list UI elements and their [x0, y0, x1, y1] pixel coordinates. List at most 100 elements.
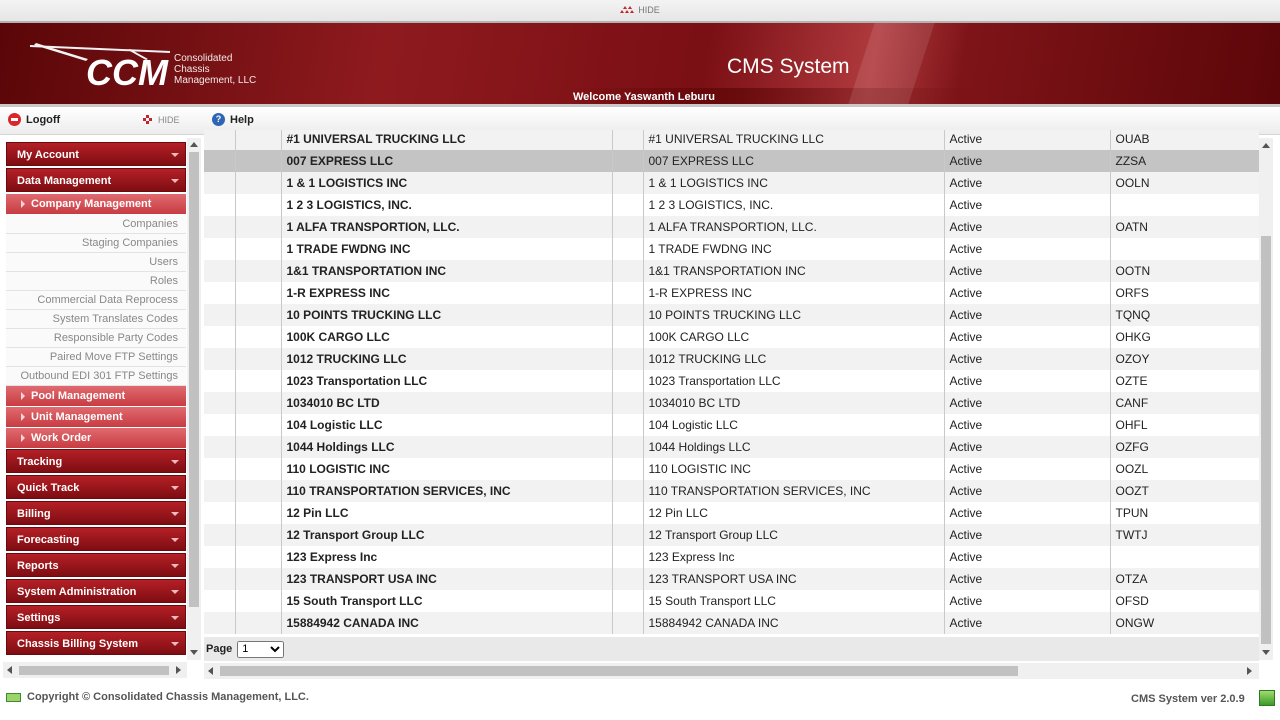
legal-name-cell: 110 TRANSPORTATION SERVICES, INC — [643, 480, 945, 502]
ccm-logo: CCM — [30, 43, 170, 93]
table-row[interactable]: 007 EXPRESS LLC 007 EXPRESS LLC Active ZZSA — [204, 150, 1259, 172]
grid-hscroll-thumb[interactable] — [220, 666, 1018, 676]
scroll-down-icon[interactable] — [1262, 650, 1270, 655]
help-button[interactable]: ? Help — [212, 113, 254, 126]
scac-code-cell: TWTJ — [1110, 524, 1259, 546]
scroll-left-icon[interactable] — [7, 666, 12, 674]
scroll-down-icon[interactable] — [190, 650, 198, 655]
scroll-up-icon[interactable] — [190, 142, 198, 147]
chevron-down-icon — [171, 616, 179, 620]
sidebar-item-label: Chassis Billing System — [17, 638, 139, 650]
scac-code-cell — [1110, 546, 1259, 568]
logoff-button[interactable]: Logoff — [8, 113, 60, 126]
sidebar-item-company-management[interactable]: Company Management — [6, 194, 186, 214]
sidebar-item-unit-management[interactable]: Unit Management — [6, 407, 186, 427]
sidebar-item-data-management[interactable]: Data Management — [6, 168, 186, 192]
sidebar-item-work-order[interactable]: Work Order — [6, 428, 186, 448]
sidebar-item-quick-track[interactable]: Quick Track — [6, 475, 186, 499]
sidebar-item-commercial-data-reprocess[interactable]: Commercial Data Reprocess — [6, 291, 186, 310]
sidebar-scroll-thumb[interactable] — [189, 152, 199, 607]
spacer-cell — [612, 436, 644, 458]
hide-menu-button[interactable]: HIDE — [143, 115, 180, 125]
row-select-cell — [204, 590, 236, 612]
sidebar-item-label: Staging Companies — [81, 237, 178, 249]
hide-icon — [620, 6, 635, 14]
company-name-cell: 123 TRANSPORT USA INC — [281, 568, 613, 590]
table-row[interactable]: 1023 Transportation LLC 1023 Transportati… — [204, 370, 1259, 392]
sidebar-item-responsible-party-codes[interactable]: Responsible Party Codes — [6, 329, 186, 348]
row-action-cell — [235, 414, 282, 436]
grid-horizontal-scrollbar[interactable] — [204, 663, 1259, 679]
sidebar-item-paired-move-ftp-settings[interactable]: Paired Move FTP Settings — [6, 348, 186, 367]
table-row[interactable]: #1 UNIVERSAL TRUCKING LLC #1 UNIVERSAL TR… — [204, 130, 1259, 150]
sidebar-item-staging-companies[interactable]: Staging Companies — [6, 234, 186, 253]
sidebar-item-billing[interactable]: Billing — [6, 501, 186, 525]
sidebar-horizontal-scrollbar[interactable] — [3, 662, 187, 678]
table-row[interactable]: 1 TRADE FWDNG INC 1 TRADE FWDNG INC Active — [204, 238, 1259, 260]
table-row[interactable]: 1&1 TRANSPORTATION INC 1&1 TRANSPORTATION… — [204, 260, 1259, 282]
table-row[interactable]: 10 POINTS TRUCKING LLC 10 POINTS TRUCKING… — [204, 304, 1259, 326]
company-name-cell: #1 UNIVERSAL TRUCKING LLC — [281, 130, 613, 150]
scac-code-cell — [1110, 194, 1259, 216]
scroll-right-icon[interactable] — [1247, 667, 1252, 675]
scroll-left-icon[interactable] — [208, 667, 213, 675]
table-row[interactable]: 12 Transport Group LLC 12 Transport Group… — [204, 524, 1259, 546]
sidebar-item-pool-management[interactable]: Pool Management — [6, 386, 186, 406]
version-icon — [1259, 690, 1275, 706]
table-row[interactable]: 104 Logistic LLC 104 Logistic LLC Active OH… — [204, 414, 1259, 436]
sidebar-item-my-account[interactable]: My Account — [6, 142, 186, 166]
sidebar-item-companies[interactable]: Companies — [6, 215, 186, 234]
table-row[interactable]: 15 South Transport LLC 15 South Transport… — [204, 590, 1259, 612]
sidebar-item-tracking[interactable]: Tracking — [6, 449, 186, 473]
status-cell: Active — [944, 370, 1111, 392]
sidebar-item-chassis-billing-system[interactable]: Chassis Billing System — [6, 631, 186, 655]
table-row[interactable]: 100K CARGO LLC 100K CARGO LLC Active OHKG — [204, 326, 1259, 348]
scroll-right-icon[interactable] — [176, 666, 181, 674]
sidebar-item-users[interactable]: Users — [6, 253, 186, 272]
sidebar-hscroll-thumb[interactable] — [19, 666, 169, 675]
sidebar-item-outbound-edi-301-ftp-settings[interactable]: Outbound EDI 301 FTP Settings — [6, 367, 186, 386]
top-hide-button[interactable]: HIDE — [620, 5, 660, 15]
table-row[interactable]: 1034010 BC LTD 1034010 BC LTD Active CANF — [204, 392, 1259, 414]
table-row[interactable]: 1012 TRUCKING LLC 1012 TRUCKING LLC Active… — [204, 348, 1259, 370]
sidebar-item-settings[interactable]: Settings — [6, 605, 186, 629]
table-row[interactable]: 1 ALFA TRANSPORTION, LLC. 1 ALFA TRANSPOR… — [204, 216, 1259, 238]
sidebar-item-system-translates-codes[interactable]: System Translates Codes — [6, 310, 186, 329]
sidebar-item-forecasting[interactable]: Forecasting — [6, 527, 186, 551]
sidebar-vertical-scrollbar[interactable] — [187, 138, 201, 660]
sidebar-item-system-administration[interactable]: System Administration — [6, 579, 186, 603]
sidebar-item-roles[interactable]: Roles — [6, 272, 186, 291]
scac-code-cell: OHFL — [1110, 414, 1259, 436]
scroll-up-icon[interactable] — [1262, 143, 1270, 148]
table-row[interactable]: 12 Pin LLC 12 Pin LLC Active TPUN — [204, 502, 1259, 524]
row-select-cell — [204, 150, 236, 172]
table-row[interactable]: 110 LOGISTIC INC 110 LOGISTIC INC Active OO… — [204, 458, 1259, 480]
page-label: Page — [206, 643, 233, 655]
table-row[interactable]: 110 TRANSPORTATION SERVICES, INC 110 TRAN… — [204, 480, 1259, 502]
row-select-cell — [204, 502, 236, 524]
spacer-cell — [612, 304, 644, 326]
row-select-cell — [204, 524, 236, 546]
row-action-cell — [235, 260, 282, 282]
table-row[interactable]: 1 2 3 LOGISTICS, INC. 1 2 3 LOGISTICS, IN… — [204, 194, 1259, 216]
row-select-cell — [204, 238, 236, 260]
grid-scroll-thumb[interactable] — [1261, 236, 1271, 644]
table-row[interactable]: 123 Express Inc123 Express IncActiveV — [204, 546, 1259, 568]
page-select[interactable]: 1 — [237, 640, 285, 658]
sidebar-item-reports[interactable]: Reports — [6, 553, 186, 577]
table-row[interactable]: 123 TRANSPORT USA INC 123 TRANSPORT USA I… — [204, 568, 1259, 590]
table-row[interactable]: 15884942 CANADA INC 15884942 CANADA INC Ac… — [204, 612, 1259, 634]
help-label: Help — [230, 113, 254, 126]
grid-vertical-scrollbar[interactable] — [1259, 138, 1273, 660]
status-cell: Active — [944, 348, 1111, 370]
row-select-cell — [204, 414, 236, 436]
row-select-cell — [204, 568, 236, 590]
status-cell: Active — [944, 546, 1111, 568]
table-row[interactable]: 1-R EXPRESS INC 1-R EXPRESS INC Active ORFS — [204, 282, 1259, 304]
spacer-cell — [612, 392, 644, 414]
row-action-cell — [235, 458, 282, 480]
table-row[interactable]: 1044 Holdings LLC 1044 Holdings LLC Active… — [204, 436, 1259, 458]
spacer-cell — [612, 524, 644, 546]
hide-icon — [143, 115, 153, 125]
table-row[interactable]: 1 & 1 LOGISTICS INC 1 & 1 LOGISTICS INC Ac… — [204, 172, 1259, 194]
